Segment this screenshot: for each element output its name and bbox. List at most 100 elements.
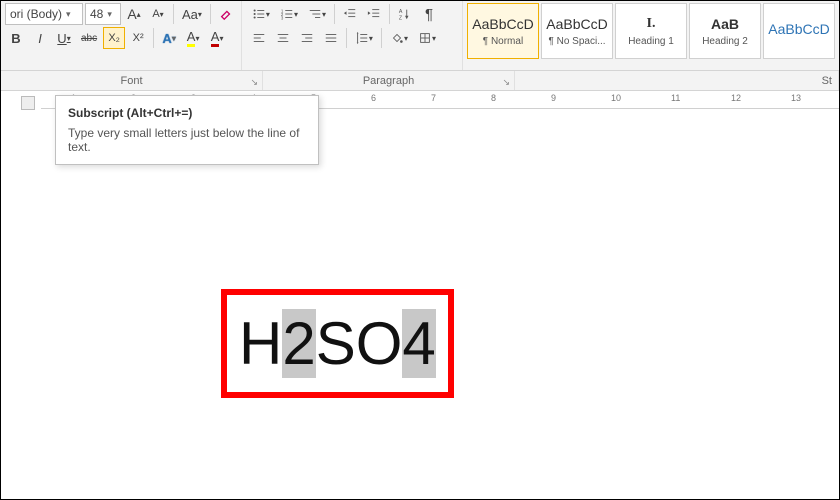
show-marks-button[interactable]: ¶ <box>418 3 440 25</box>
style-preview: AaBbCcD <box>546 16 607 32</box>
svg-text:3: 3 <box>281 15 284 20</box>
style-preview: AaBbCcD <box>768 21 829 37</box>
clear-formatting-button[interactable] <box>215 3 237 25</box>
styles-group-label: St <box>515 71 839 90</box>
superscript-button[interactable]: X² <box>127 27 149 49</box>
align-center-button[interactable] <box>272 27 294 49</box>
paragraph-group: ▾ 123▾ ▾ AZ ¶ <box>242 1 463 70</box>
style-box-1[interactable]: AaBbCcD ¶ No Spaci... <box>541 3 613 59</box>
style-label: Heading 2 <box>702 36 748 47</box>
chevron-down-icon: ▾ <box>66 9 71 20</box>
bullets-button[interactable]: ▾ <box>248 3 274 25</box>
multilevel-list-button[interactable]: ▾ <box>304 3 330 25</box>
borders-icon <box>418 31 432 45</box>
ruler-corner <box>21 96 35 110</box>
font-color-button[interactable]: A▾ <box>206 27 228 49</box>
svg-text:Z: Z <box>399 15 403 21</box>
ruler-tick: 6 <box>371 93 376 103</box>
ruler-tick: 11 <box>671 93 680 103</box>
align-center-icon <box>276 31 290 45</box>
styles-group: AaBbCcD¶ NormalAaBbCcD¶ No Spaci...I.Hea… <box>463 1 839 70</box>
highlight-button[interactable]: A▾ <box>182 27 204 49</box>
grow-font-button[interactable]: A▴ <box>123 3 145 25</box>
bold-button[interactable]: B <box>5 27 27 49</box>
chevron-down-icon: ▾ <box>107 9 112 20</box>
ribbon: ori (Body) ▾ 48 ▾ A▴ A▾ Aa▾ B I U▾ abc X… <box>1 1 839 71</box>
align-right-button[interactable] <box>296 27 318 49</box>
style-box-2[interactable]: I. Heading 1 <box>615 3 687 59</box>
text-effects-button[interactable]: A▾ <box>158 27 180 49</box>
font-size-combo[interactable]: 48 ▾ <box>85 3 121 25</box>
font-group-label: Font ↘ <box>1 71 263 90</box>
style-label: Heading 1 <box>628 36 674 47</box>
italic-button[interactable]: I <box>29 27 51 49</box>
document-area[interactable]: H2SO4 <box>41 109 839 499</box>
style-preview: AaB <box>711 16 739 32</box>
font-group: ori (Body) ▾ 48 ▾ A▴ A▾ Aa▾ B I U▾ abc X… <box>1 1 242 70</box>
dialog-launcher-icon[interactable]: ↘ <box>250 77 258 88</box>
style-preview: AaBbCcD <box>472 16 533 32</box>
increase-indent-button[interactable] <box>363 3 385 25</box>
font-family-value: ori (Body) <box>10 7 62 21</box>
char[interactable]: S <box>316 309 356 378</box>
sort-icon: AZ <box>398 7 412 21</box>
justify-icon <box>324 31 338 45</box>
separator <box>210 4 211 24</box>
align-left-button[interactable] <box>248 27 270 49</box>
ruler-tick: 13 <box>791 93 801 103</box>
ruler-tick: 10 <box>611 93 621 103</box>
numbering-button[interactable]: 123▾ <box>276 3 302 25</box>
tooltip-title: Subscript (Alt+Ctrl+=) <box>68 106 306 120</box>
char[interactable]: 2 <box>282 309 315 378</box>
shrink-font-button[interactable]: A▾ <box>147 3 169 25</box>
change-case-button[interactable]: Aa▾ <box>178 3 206 25</box>
numbering-icon: 123 <box>280 7 294 21</box>
ruler-tick: 9 <box>551 93 556 103</box>
font-size-value: 48 <box>90 7 103 21</box>
style-box-0[interactable]: AaBbCcD¶ Normal <box>467 3 539 59</box>
char[interactable]: O <box>356 309 403 378</box>
underline-button[interactable]: U▾ <box>53 27 75 49</box>
align-right-icon <box>300 31 314 45</box>
eraser-icon <box>219 7 233 21</box>
subscript-button[interactable]: X₂ <box>103 27 125 49</box>
char[interactable]: H <box>239 309 282 378</box>
sort-button[interactable]: AZ <box>394 3 416 25</box>
ruler-tick: 7 <box>431 93 436 103</box>
ruler-tick: 8 <box>491 93 496 103</box>
tooltip-body: Type very small letters just below the l… <box>68 126 306 154</box>
paint-bucket-icon <box>390 31 404 45</box>
separator <box>334 4 335 24</box>
separator <box>173 4 174 24</box>
separator <box>381 28 382 48</box>
separator <box>153 28 154 48</box>
borders-button[interactable]: ▾ <box>414 27 440 49</box>
decrease-indent-button[interactable] <box>339 3 361 25</box>
multilevel-icon <box>308 7 322 21</box>
shading-button[interactable]: ▾ <box>386 27 412 49</box>
style-preview: I. <box>647 16 656 32</box>
strikethrough-button[interactable]: abc <box>77 27 101 49</box>
align-left-icon <box>252 31 266 45</box>
style-box-4[interactable]: AaBbCcD <box>763 3 835 59</box>
highlight-annotation-box: H2SO4 <box>221 289 454 398</box>
separator <box>346 28 347 48</box>
font-family-combo[interactable]: ori (Body) ▾ <box>5 3 83 25</box>
indent-icon <box>367 7 381 21</box>
document-text[interactable]: H2SO4 <box>239 309 436 378</box>
dialog-launcher-icon[interactable]: ↘ <box>502 77 510 88</box>
line-spacing-button[interactable]: ▾ <box>351 27 377 49</box>
outdent-icon <box>343 7 357 21</box>
style-label: ¶ No Spaci... <box>548 36 605 47</box>
style-box-3[interactable]: AaB Heading 2 <box>689 3 761 59</box>
char[interactable]: 4 <box>402 309 435 378</box>
justify-button[interactable] <box>320 27 342 49</box>
bullets-icon <box>252 7 266 21</box>
ruler-tick: 12 <box>731 93 741 103</box>
subscript-tooltip: Subscript (Alt+Ctrl+=) Type very small l… <box>55 95 319 165</box>
line-spacing-icon <box>355 31 369 45</box>
group-labels-row: Font ↘ Paragraph ↘ St <box>1 71 839 91</box>
separator <box>389 4 390 24</box>
paragraph-group-label: Paragraph ↘ <box>263 71 515 90</box>
svg-text:A: A <box>399 9 403 15</box>
